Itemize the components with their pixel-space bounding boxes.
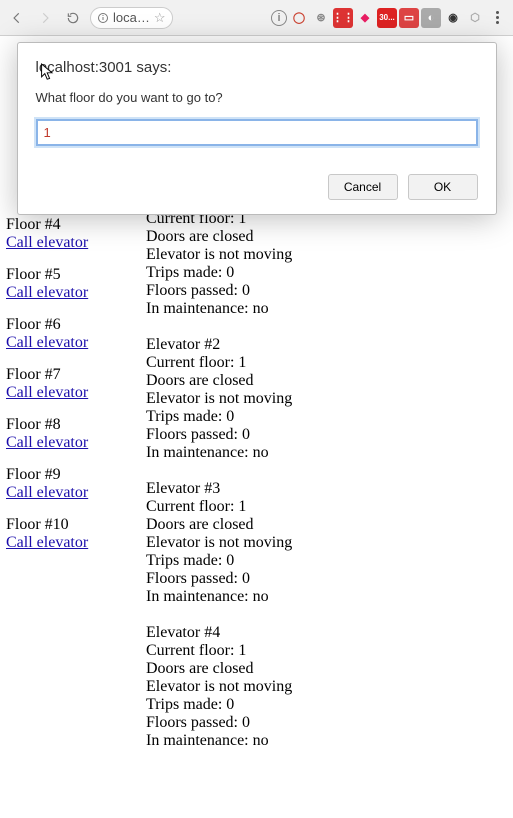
elevator-status-line: Doors are closed bbox=[146, 516, 507, 534]
floor-label: Floor #8 bbox=[6, 416, 126, 434]
prompt-dialog: localhost:3001 says: What floor do you w… bbox=[17, 42, 497, 215]
elevators-column: Current floor: 1Doors are closedElevator… bbox=[146, 210, 507, 768]
elevator-status-line: Trips made: 0 bbox=[146, 408, 507, 426]
browser-toolbar: loca… ☆ i ◯ ⊛ ⋮⋮ ◆ 30... ▭ ◐ ◉ ⬡ bbox=[0, 0, 513, 36]
ublock-icon[interactable]: ◯ bbox=[289, 8, 309, 28]
elevator-title: Elevator #4 bbox=[146, 624, 507, 642]
floor-block: Floor #9Call elevator bbox=[6, 466, 126, 502]
ext-red-icon[interactable]: ⋮⋮ bbox=[333, 8, 353, 28]
info-icon bbox=[97, 12, 109, 24]
floor-block: Floor #10Call elevator bbox=[6, 516, 126, 552]
floor-block: Floor #4Call elevator bbox=[6, 216, 126, 252]
elevator-title: Elevator #3 bbox=[146, 480, 507, 498]
ext-diamond-icon[interactable]: ◆ bbox=[355, 8, 375, 28]
react-devtools-icon[interactable]: ⊛ bbox=[311, 8, 331, 28]
elevator-status-line: Doors are closed bbox=[146, 228, 507, 246]
lastpass-icon[interactable]: 30... bbox=[377, 8, 397, 28]
floor-label: Floor #7 bbox=[6, 366, 126, 384]
elevator-status-line: Trips made: 0 bbox=[146, 264, 507, 282]
elevator-status-line: In maintenance: no bbox=[146, 444, 507, 462]
elevator-title: Elevator #2 bbox=[146, 336, 507, 354]
elevator-status-line: Floors passed: 0 bbox=[146, 570, 507, 588]
floor-label: Floor #10 bbox=[6, 516, 126, 534]
back-button[interactable] bbox=[6, 7, 28, 29]
ext-tab-icon[interactable]: ▭ bbox=[399, 8, 419, 28]
call-elevator-link[interactable]: Call elevator bbox=[6, 234, 88, 252]
elevator-status-line: Elevator is not moving bbox=[146, 390, 507, 408]
elevator-status-line: Elevator is not moving bbox=[146, 534, 507, 552]
reload-button[interactable] bbox=[62, 7, 84, 29]
elevator-status-line: Elevator is not moving bbox=[146, 246, 507, 264]
elevator-status-line: Trips made: 0 bbox=[146, 552, 507, 570]
browser-menu-button[interactable] bbox=[487, 11, 507, 24]
elevator-block: Elevator #4Current floor: 1Doors are clo… bbox=[146, 624, 507, 750]
floor-label: Floor #9 bbox=[6, 466, 126, 484]
call-elevator-link[interactable]: Call elevator bbox=[6, 534, 88, 552]
dialog-input[interactable] bbox=[36, 119, 478, 146]
call-elevator-link[interactable]: Call elevator bbox=[6, 434, 88, 452]
elevator-block: Elevator #2Current floor: 1Doors are clo… bbox=[146, 336, 507, 462]
call-elevator-link[interactable]: Call elevator bbox=[6, 384, 88, 402]
elevator-status-line: In maintenance: no bbox=[146, 300, 507, 318]
elevator-status-line: Current floor: 1 bbox=[146, 498, 507, 516]
dialog-overlay: localhost:3001 says: What floor do you w… bbox=[0, 36, 513, 215]
dialog-message: What floor do you want to go to? bbox=[36, 90, 478, 105]
floor-label: Floor #4 bbox=[6, 216, 126, 234]
elevator-status-line: Elevator is not moving bbox=[146, 678, 507, 696]
elevator-status-line: In maintenance: no bbox=[146, 732, 507, 750]
shield-icon[interactable]: ⬡ bbox=[465, 8, 485, 28]
floor-label: Floor #5 bbox=[6, 266, 126, 284]
ok-button[interactable]: OK bbox=[408, 174, 478, 200]
extensions-row: i ◯ ⊛ ⋮⋮ ◆ 30... ▭ ◐ ◉ ⬡ bbox=[271, 8, 507, 28]
floor-block: Floor #7Call elevator bbox=[6, 366, 126, 402]
elevator-status-line: Floors passed: 0 bbox=[146, 714, 507, 732]
elevator-status-line: Doors are closed bbox=[146, 660, 507, 678]
elevator-status-line: Current floor: 1 bbox=[146, 354, 507, 372]
forward-button[interactable] bbox=[34, 7, 56, 29]
address-bar[interactable]: loca… ☆ bbox=[90, 7, 173, 29]
dialog-title: localhost:3001 says: bbox=[36, 59, 478, 76]
elevator-block: Elevator #3Current floor: 1Doors are clo… bbox=[146, 480, 507, 606]
elevator-status-line: Floors passed: 0 bbox=[146, 282, 507, 300]
floor-block: Floor #6Call elevator bbox=[6, 316, 126, 352]
call-elevator-link[interactable]: Call elevator bbox=[6, 484, 88, 502]
dialog-button-row: Cancel OK bbox=[36, 174, 478, 200]
elevator-block: Current floor: 1Doors are closedElevator… bbox=[146, 210, 507, 318]
elevator-status-line: In maintenance: no bbox=[146, 588, 507, 606]
elevator-status-line: Doors are closed bbox=[146, 372, 507, 390]
info-icon[interactable]: i bbox=[271, 10, 287, 26]
elevator-status-line: Trips made: 0 bbox=[146, 696, 507, 714]
star-icon[interactable]: ☆ bbox=[154, 10, 166, 26]
floor-block: Floor #5Call elevator bbox=[6, 266, 126, 302]
elevator-status-line: Floors passed: 0 bbox=[146, 426, 507, 444]
call-elevator-link[interactable]: Call elevator bbox=[6, 284, 88, 302]
floor-label: Floor #6 bbox=[6, 316, 126, 334]
elevator-status-line: Current floor: 1 bbox=[146, 642, 507, 660]
floor-block: Floor #8Call elevator bbox=[6, 416, 126, 452]
call-elevator-link[interactable]: Call elevator bbox=[6, 334, 88, 352]
floors-column: Floor #4Call elevatorFloor #5Call elevat… bbox=[6, 216, 126, 768]
ext-gray-icon[interactable]: ◐ bbox=[421, 8, 441, 28]
github-icon[interactable]: ◉ bbox=[443, 8, 463, 28]
address-text: loca… bbox=[113, 10, 150, 25]
cancel-button[interactable]: Cancel bbox=[328, 174, 398, 200]
